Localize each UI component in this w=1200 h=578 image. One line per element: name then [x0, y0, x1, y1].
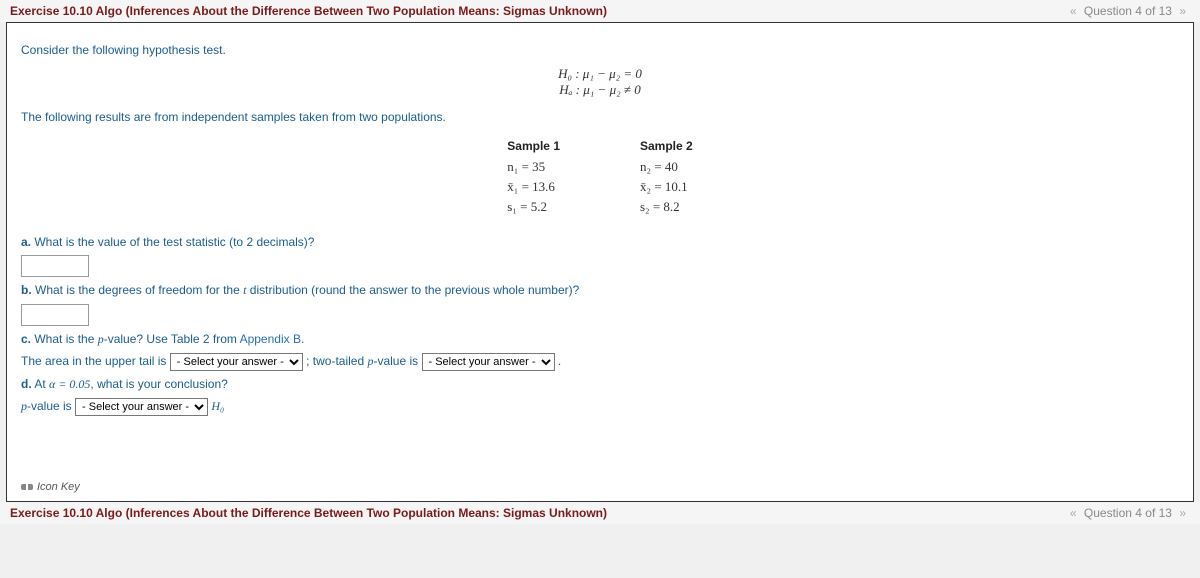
part-b-input[interactable]: [21, 304, 89, 326]
sample1-col: Sample 1 n₁ = 35 x̄₁ = 13.6 s₁ = 5.2: [507, 135, 560, 219]
nav-label: Question 4 of 13: [1084, 4, 1172, 18]
intro-line2: The following results are from independe…: [21, 108, 1179, 127]
upper-tail-select[interactable]: - Select your answer -: [170, 353, 303, 371]
sample1-s: s₁ = 5.2: [507, 199, 560, 215]
h0-line: H₀ : μ₁ − μ₂ = 0: [21, 66, 1179, 82]
ha-line: Hₐ : μ₁ − μ₂ ≠ 0: [21, 82, 1179, 98]
d2-is: -value is: [27, 399, 75, 413]
nav-prev-icon[interactable]: «: [1066, 4, 1081, 18]
part-d-line2: p-value is - Select your answer - H₀: [21, 398, 1179, 416]
part-b: b. What is the degrees of freedom for th…: [21, 283, 1179, 298]
appendix-b-link[interactable]: Appendix B: [240, 332, 301, 346]
part-a-text: What is the value of the test statistic …: [31, 235, 314, 249]
sample2-s: s₂ = 8.2: [640, 199, 693, 215]
d-pre: At: [32, 377, 49, 391]
nav-label-bottom: Question 4 of 13: [1084, 506, 1172, 520]
d-alpha: α = 0.05: [49, 377, 90, 391]
question-nav-bottom: « Question 4 of 13 »: [1066, 506, 1190, 520]
sample2-col: Sample 2 n₂ = 40 x̄₂ = 10.1 s₂ = 8.2: [640, 135, 693, 219]
hypotheses-block: H₀ : μ₁ − μ₂ = 0 Hₐ : μ₁ − μ₂ ≠ 0: [21, 66, 1179, 98]
sample2-n: n₂ = 40: [640, 159, 693, 175]
part-a-label: a.: [21, 235, 31, 249]
key-icon: [21, 484, 33, 490]
d-post: , what is your conclusion?: [90, 377, 227, 391]
part-c-period: .: [301, 332, 304, 346]
part-c: c. What is the p-value? Use Table 2 from…: [21, 332, 1179, 347]
question-nav-top: « Question 4 of 13 »: [1066, 4, 1190, 18]
part-b-label: b.: [21, 283, 32, 297]
sample1-header: Sample 1: [507, 139, 560, 153]
part-c-line2: The area in the upper tail is - Select y…: [21, 353, 1179, 371]
c2-end: .: [558, 354, 561, 368]
nav-next-icon-bottom[interactable]: »: [1175, 506, 1190, 520]
part-c-post: -value? Use Table 2 from: [104, 332, 240, 346]
part-d: d. At α = 0.05, what is your conclusion?: [21, 377, 1179, 392]
c2-is: -value is: [373, 354, 421, 368]
sample1-xbar: x̄₁ = 13.6: [507, 179, 560, 195]
icon-key-label: Icon Key: [37, 481, 80, 493]
question-content: Consider the following hypothesis test. …: [6, 22, 1194, 502]
part-b-text-post: distribution (round the answer to the pr…: [246, 283, 579, 297]
sample2-xbar: x̄₂ = 10.1: [640, 179, 693, 195]
exercise-title: Exercise 10.10 Algo (Inferences About th…: [10, 4, 607, 18]
sample1-n: n₁ = 35: [507, 159, 560, 175]
nav-next-icon[interactable]: »: [1175, 4, 1190, 18]
icon-key[interactable]: Icon Key: [21, 481, 80, 493]
part-b-text-pre: What is the degrees of freedom for the: [32, 283, 243, 297]
part-a-input[interactable]: [21, 255, 89, 277]
nav-prev-icon-bottom[interactable]: «: [1066, 506, 1081, 520]
c2-mid: ; two-tailed: [306, 354, 367, 368]
part-a: a. What is the value of the test statist…: [21, 235, 1179, 249]
sample-data: Sample 1 n₁ = 35 x̄₁ = 13.6 s₁ = 5.2 Sam…: [21, 135, 1179, 219]
c2-pre: The area in the upper tail is: [21, 354, 170, 368]
pvalue-conclusion-select[interactable]: - Select your answer -: [75, 398, 208, 416]
intro-line1: Consider the following hypothesis test.: [21, 41, 1179, 60]
exercise-title-bottom: Exercise 10.10 Algo (Inferences About th…: [10, 506, 607, 520]
sample2-header: Sample 2: [640, 139, 693, 153]
part-c-pre: What is the: [31, 332, 98, 346]
part-d-label: d.: [21, 377, 32, 391]
d2-h0: H₀: [211, 399, 224, 413]
part-c-label: c.: [21, 332, 31, 346]
two-tailed-pvalue-select[interactable]: - Select your answer -: [422, 353, 555, 371]
